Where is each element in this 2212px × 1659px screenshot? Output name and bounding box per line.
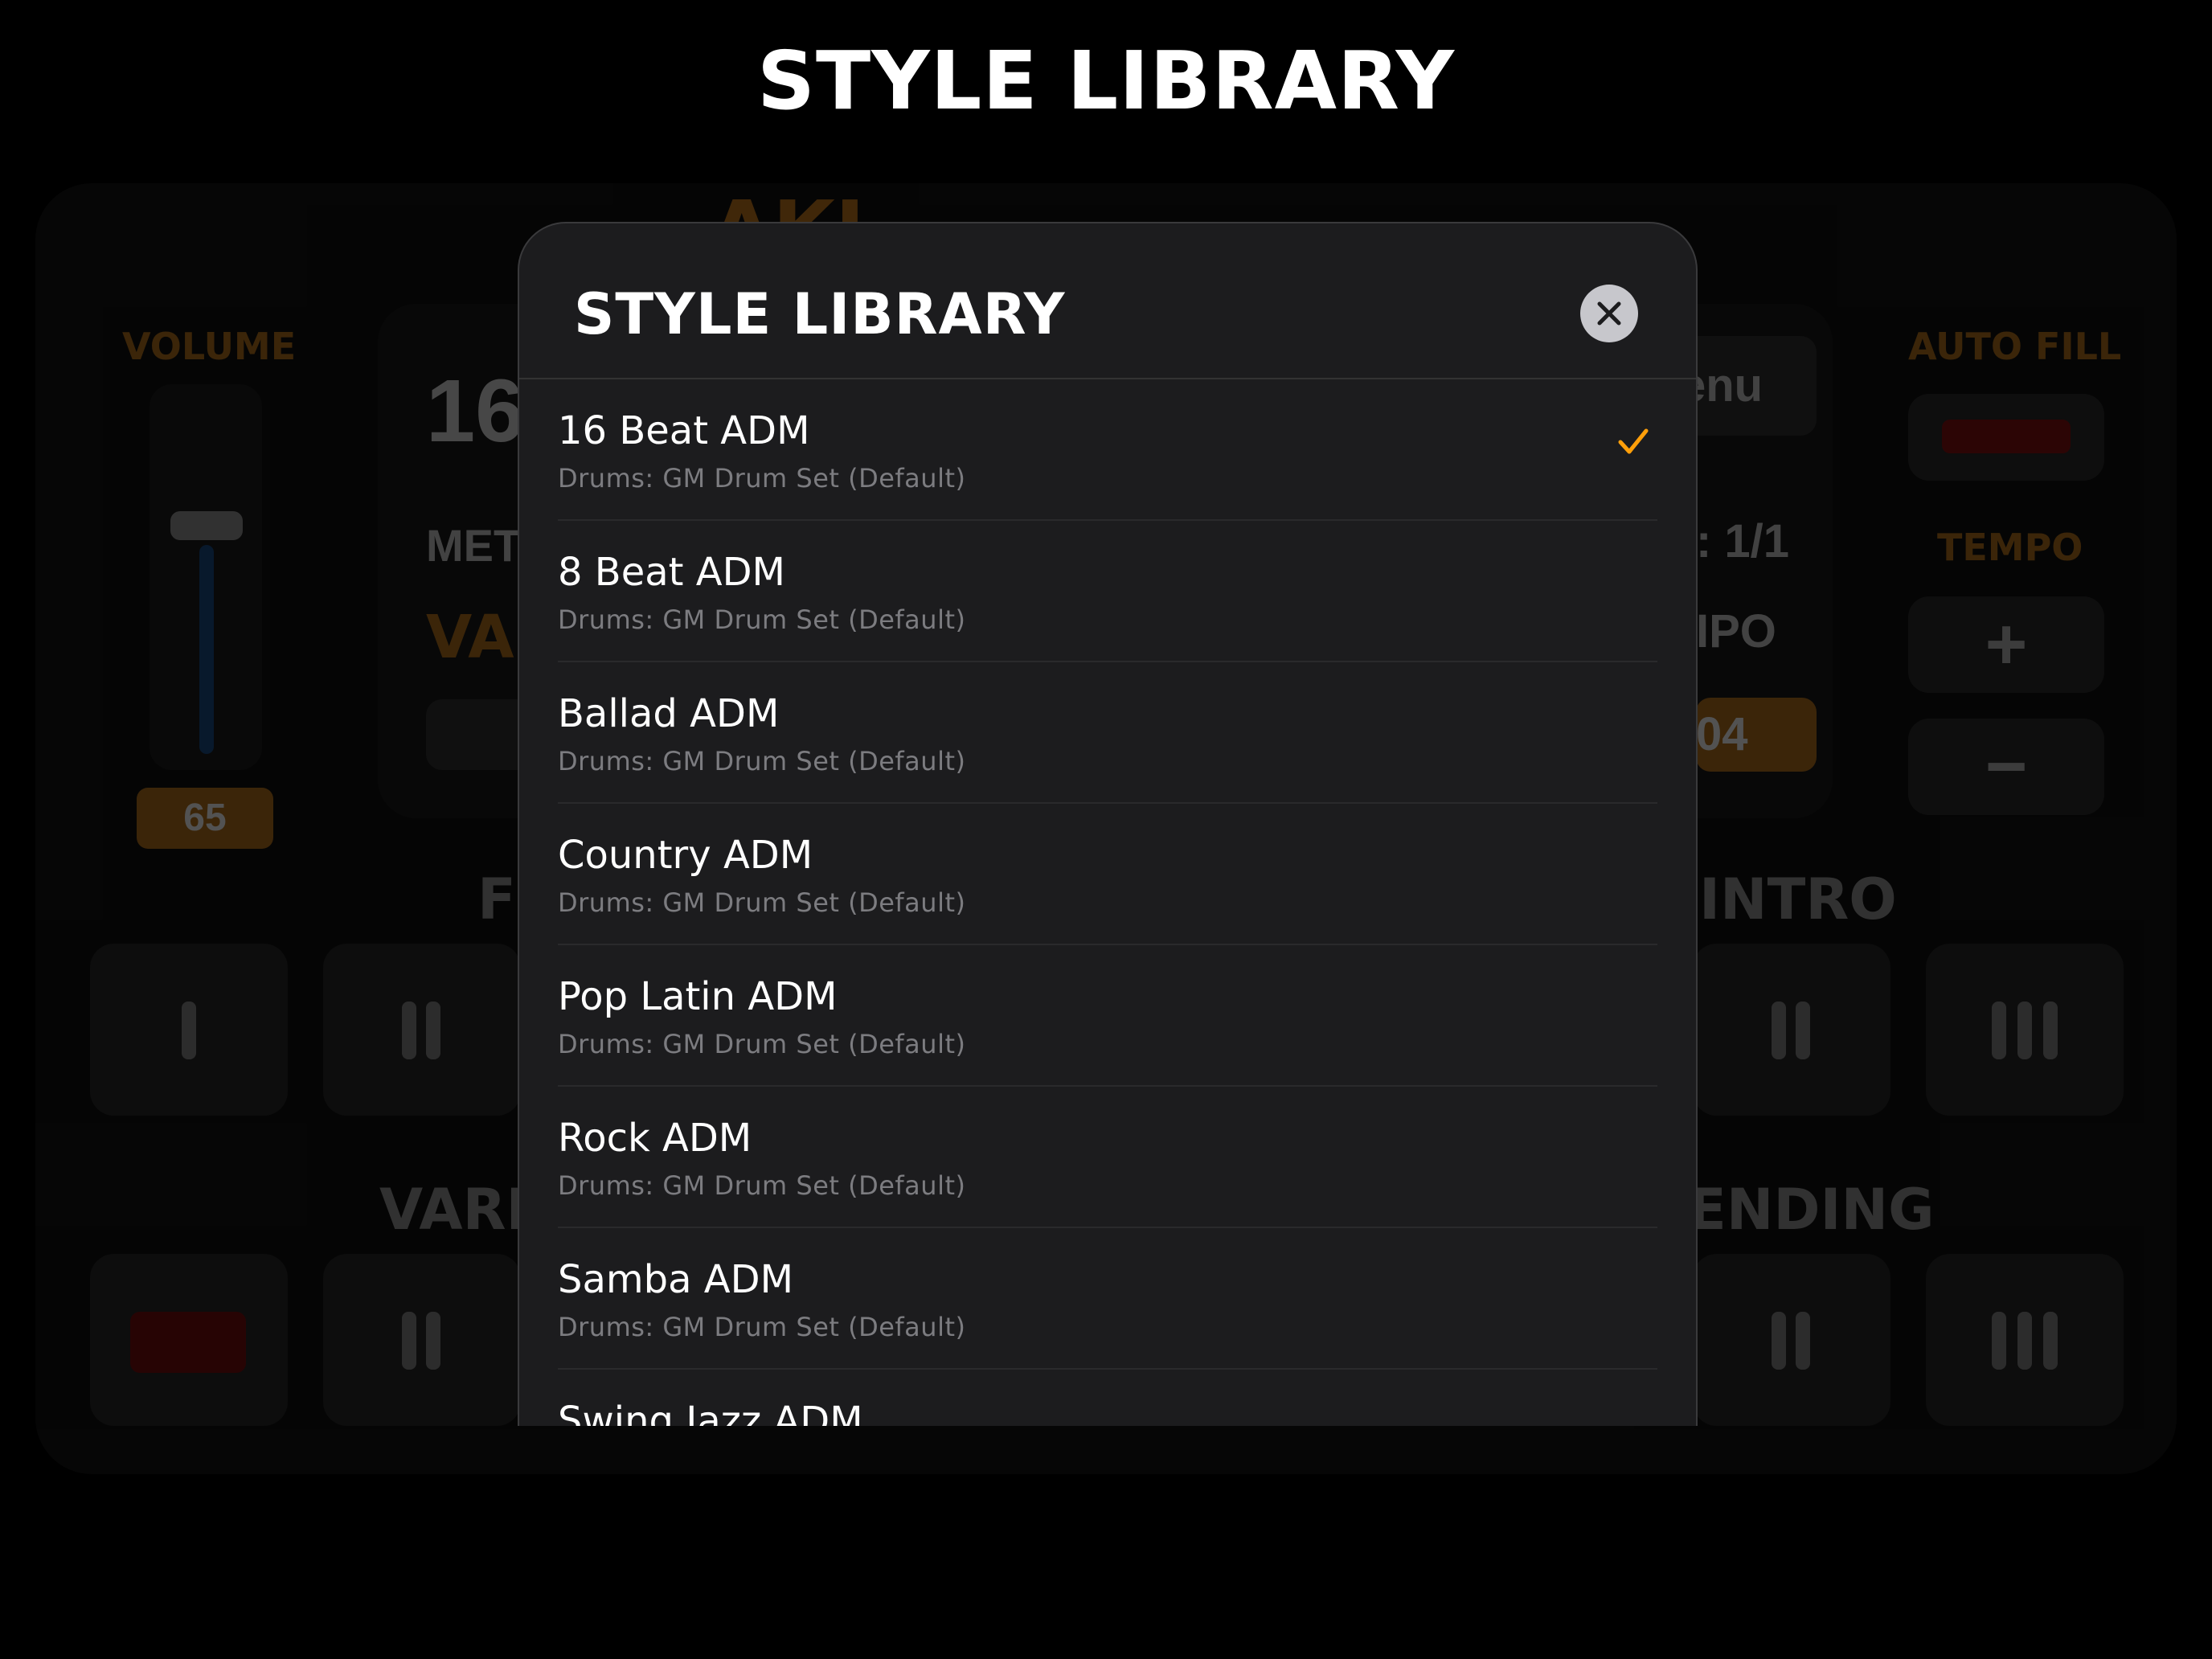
display-tempo-value: 04 (1696, 698, 1817, 772)
modal-header: STYLE LIBRARY (519, 223, 1696, 379)
pad-bar (426, 1312, 440, 1370)
volume-fader-handle[interactable] (170, 511, 243, 540)
pad-bar (1992, 1002, 2006, 1059)
ending-pad-2[interactable] (1693, 1254, 1890, 1426)
volume-fader[interactable] (150, 384, 262, 770)
style-name: 8 Beat ADM (558, 550, 785, 595)
style-drum-kit: Drums: GM Drum Set (Default) (558, 1170, 966, 1201)
style-list-item[interactable]: Ballad ADM Drums: GM Drum Set (Default) (558, 662, 1657, 804)
volume-fader-fill (199, 545, 214, 754)
auto-fill-indicator (1942, 420, 2071, 453)
style-list-item[interactable]: Pop Latin ADM Drums: GM Drum Set (Default… (558, 945, 1657, 1087)
auto-fill-label: AUTO FILL (1908, 325, 2122, 368)
auto-fill-button[interactable] (1908, 394, 2104, 481)
checkmark-icon (1618, 428, 1649, 454)
style-list-item[interactable]: Rock ADM Drums: GM Drum Set (Default) (558, 1087, 1657, 1228)
volume-value-badge: 65 (137, 788, 273, 849)
tempo-plus-button[interactable]: + (1908, 596, 2104, 693)
tempo-minus-button[interactable]: − (1908, 719, 2104, 815)
pad-bar (2017, 1312, 2032, 1370)
volume-label: VOLUME (122, 325, 297, 368)
variation-section-label: VARI (379, 1177, 527, 1243)
pad-bar (2043, 1002, 2058, 1059)
style-drum-kit: Drums: GM Drum Set (Default) (558, 746, 966, 776)
style-list-item[interactable]: Samba ADM Drums: GM Drum Set (Default) (558, 1228, 1657, 1370)
close-button[interactable] (1580, 285, 1638, 342)
pad-bar (182, 1002, 196, 1059)
style-name: Samba ADM (558, 1257, 793, 1302)
ending-section-label: ENDING (1688, 1177, 1935, 1243)
fill-pad-1[interactable] (90, 944, 288, 1116)
display-menu-button[interactable]: enu (1680, 336, 1817, 436)
app-title: AKI (711, 183, 865, 225)
intro-pad-2[interactable] (1693, 944, 1890, 1116)
style-name: Pop Latin ADM (558, 974, 838, 1019)
display-met-label: MET (426, 520, 522, 571)
style-list-item[interactable]: 16 Beat ADM Drums: GM Drum Set (Default) (558, 379, 1657, 521)
pad-bar (1796, 1002, 1810, 1059)
intro-section-label: INTRO (1699, 866, 1897, 932)
style-drum-kit: Drums: GM Drum Set (Default) (558, 887, 966, 918)
display-measure: : 1/1 (1696, 515, 1790, 567)
ending-pad-3[interactable] (1926, 1254, 2124, 1426)
style-name: Country ADM (558, 833, 813, 878)
fill-pad-2[interactable] (323, 944, 521, 1116)
display-style-number: 16 (426, 362, 525, 461)
style-list-item[interactable]: Country ADM Drums: GM Drum Set (Default) (558, 804, 1657, 945)
style-name: Ballad ADM (558, 691, 780, 736)
style-list-item[interactable]: 8 Beat ADM Drums: GM Drum Set (Default) (558, 521, 1657, 662)
display-tempo-label: IPO (1696, 605, 1776, 657)
pad-bar (1772, 1312, 1786, 1370)
tempo-label: TEMPO (1937, 526, 2083, 569)
pad-bar (1796, 1312, 1810, 1370)
pad-bar (2017, 1002, 2032, 1059)
style-drum-kit: Drums: GM Drum Set (Default) (558, 1029, 966, 1059)
style-library-modal: STYLE LIBRARY 16 Beat ADM Drums: GM Drum … (518, 222, 1698, 1426)
style-drum-kit: Drums: GM Drum Set (Default) (558, 463, 966, 494)
pad-bar (2043, 1312, 2058, 1370)
style-list-item[interactable]: Swing Jazz ADM (558, 1370, 1657, 1426)
intro-pad-3[interactable] (1926, 944, 2124, 1116)
pad-bar (1772, 1002, 1786, 1059)
variation-pad-2[interactable] (323, 1254, 521, 1426)
variation-active-indicator (130, 1312, 246, 1373)
style-list[interactable]: 16 Beat ADM Drums: GM Drum Set (Default) 8… (519, 379, 1696, 1426)
style-name: Swing Jazz ADM (558, 1399, 863, 1426)
style-drum-kit: Drums: GM Drum Set (Default) (558, 1312, 966, 1342)
pad-bar (1992, 1312, 2006, 1370)
pad-bar (402, 1312, 416, 1370)
variation-pad-1[interactable] (90, 1254, 288, 1426)
close-icon (1597, 301, 1621, 326)
pad-bar (426, 1002, 440, 1059)
style-name: 16 Beat ADM (558, 408, 810, 453)
pad-bar (402, 1002, 416, 1059)
style-drum-kit: Drums: GM Drum Set (Default) (558, 604, 966, 635)
page-heading: STYLE LIBRARY (757, 34, 1455, 128)
style-name: Rock ADM (558, 1116, 752, 1161)
modal-title: STYLE LIBRARY (574, 281, 1066, 347)
